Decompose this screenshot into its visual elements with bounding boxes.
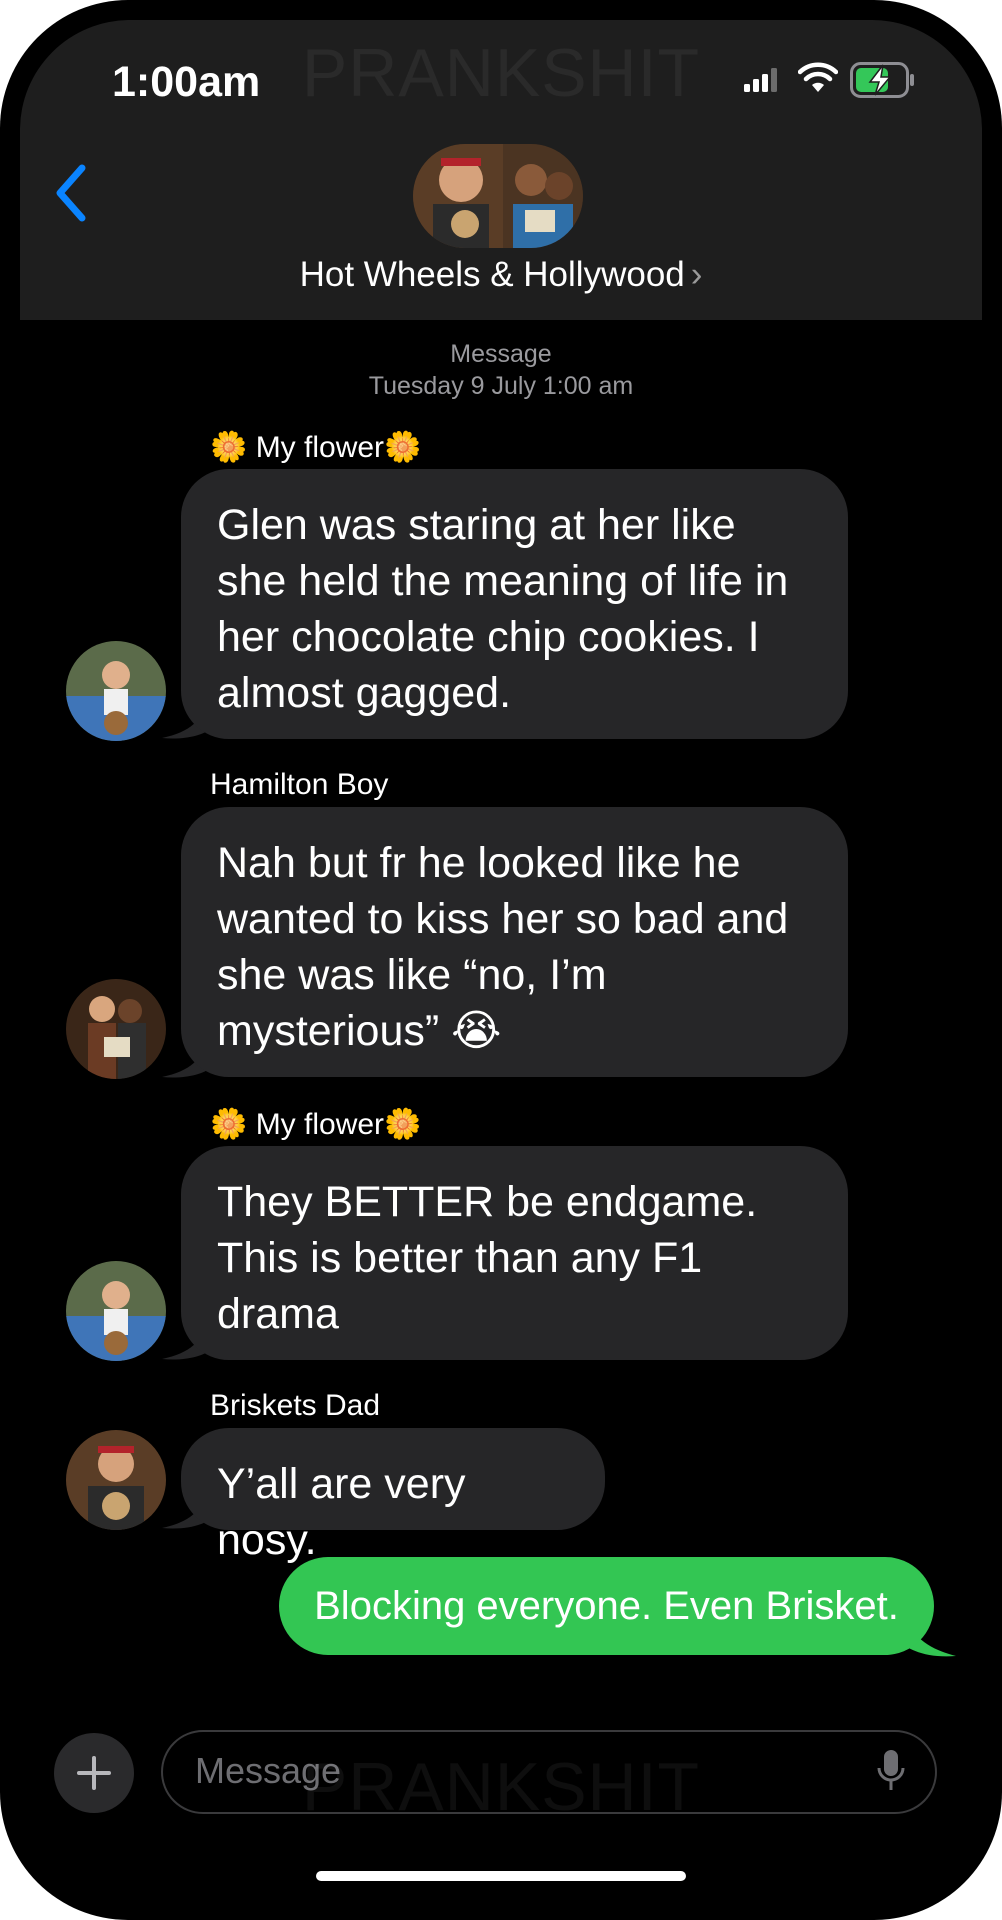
- message-input[interactable]: Message: [161, 1730, 937, 1814]
- sender-name: Briskets Dad: [210, 1389, 381, 1422]
- message-bubble[interactable]: They BETTER be endgame. This is better t…: [181, 1146, 848, 1360]
- phone-screen: PRANKSHIT 1:00am: [0, 0, 1002, 1920]
- avatar[interactable]: [66, 1430, 166, 1530]
- avatar[interactable]: [66, 979, 166, 1079]
- add-attachment-button[interactable]: [54, 1733, 134, 1813]
- status-time: 1:00am: [112, 58, 261, 106]
- thread-label: Message: [450, 340, 552, 368]
- wifi-icon: [798, 62, 838, 92]
- plus-icon: [77, 1756, 111, 1790]
- sender-name: 🌼 My flower🌼: [210, 431, 422, 464]
- outgoing-message-bubble[interactable]: Blocking everyone. Even Brisket.: [279, 1557, 934, 1655]
- group-name-label: Hot Wheels & Hollywood: [299, 255, 685, 294]
- thread-timestamp: Tuesday 9 July 1:00 am: [368, 372, 634, 400]
- sender-name: 🌼 My flower🌼: [210, 1108, 422, 1141]
- message-bubble[interactable]: Glen was staring at her like she held th…: [181, 469, 848, 739]
- home-indicator[interactable]: [316, 1871, 686, 1881]
- avatar[interactable]: [66, 1261, 166, 1361]
- avatar[interactable]: [66, 641, 166, 741]
- group-avatar[interactable]: [413, 144, 583, 248]
- battery-charging-icon: [850, 62, 914, 98]
- microphone-icon[interactable]: [877, 1748, 905, 1796]
- message-bubble[interactable]: Y’all are very nosy.: [181, 1428, 605, 1564]
- group-name[interactable]: Hot Wheels & Hollywood ›: [0, 255, 1002, 295]
- message-input-placeholder: Message: [195, 1750, 342, 1791]
- chevron-right-icon: ›: [690, 255, 703, 294]
- sender-name: Hamilton Boy: [210, 768, 389, 801]
- signal-icon: [744, 68, 777, 92]
- message-bubble[interactable]: Nah but fr he looked like he wanted to k…: [181, 807, 848, 1077]
- back-chevron-icon[interactable]: [52, 162, 88, 224]
